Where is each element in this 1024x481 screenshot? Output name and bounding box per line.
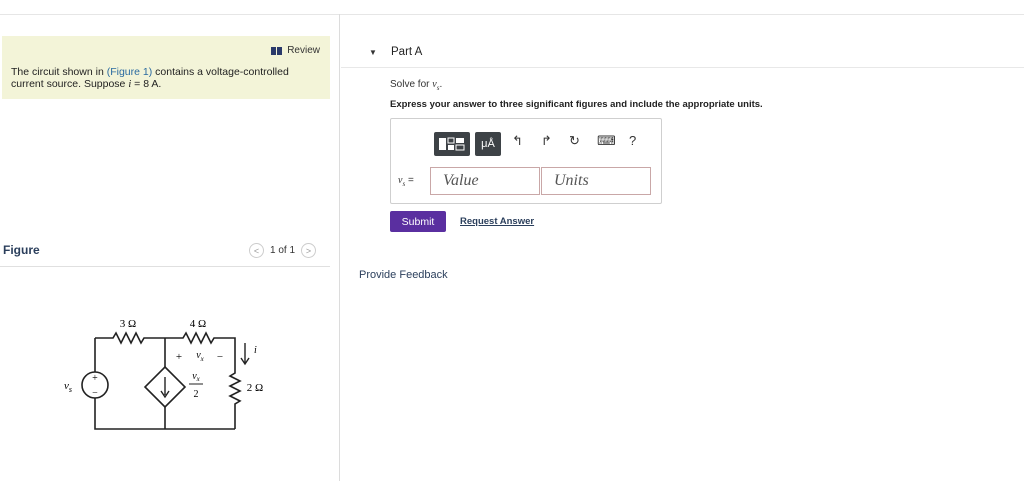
top-divider <box>0 14 1024 15</box>
problem-statement-box: Review The circuit shown in (Figure 1) c… <box>2 36 330 99</box>
vx-plus: + <box>176 351 182 363</box>
resistor-4-label: 4 Ω <box>190 318 206 330</box>
figure-divider <box>0 266 330 267</box>
value-input[interactable]: Value <box>430 167 540 195</box>
solve-text: Solve for vs. <box>390 79 442 92</box>
next-figure-button[interactable]: > <box>301 243 317 258</box>
units-symbol-button[interactable]: μÅ <box>475 132 501 156</box>
book-icon <box>271 46 283 55</box>
resistor-3-label: 3 Ω <box>120 318 136 330</box>
figure-pager: < 1 of 1 > <box>249 243 317 258</box>
pager-text: 1 of 1 <box>270 245 296 256</box>
units-input[interactable]: Units <box>541 167 651 195</box>
reset-icon[interactable]: ↻ <box>569 133 580 149</box>
templates-button[interactable] <box>434 132 470 156</box>
current-arrow-icon <box>240 343 250 366</box>
help-icon[interactable]: ? <box>629 133 636 148</box>
answer-label: vs = <box>398 175 414 188</box>
redo-icon[interactable]: ↱ <box>541 133 552 149</box>
vx-minus: − <box>217 351 223 363</box>
resistor-2-label: 2 Ω <box>247 382 263 394</box>
figure-title: Figure <box>3 243 40 257</box>
ctrl-numerator: vx <box>192 371 200 383</box>
source-plus: + <box>92 373 98 384</box>
prev-figure-button[interactable]: < <box>249 243 264 258</box>
part-header <box>341 35 1024 68</box>
solve-suffix: . <box>439 79 443 90</box>
source-label: vs <box>64 380 72 394</box>
provide-feedback-link[interactable]: Provide Feedback <box>359 269 448 281</box>
vx-label: vx <box>196 350 204 363</box>
problem-text: The circuit shown in (Figure 1) contains… <box>11 66 321 91</box>
templates-icon <box>439 137 465 151</box>
part-title: Part A <box>391 46 423 58</box>
collapse-caret-icon[interactable]: ▼ <box>369 48 377 57</box>
submit-button[interactable]: Submit <box>390 211 446 232</box>
keyboard-icon[interactable]: ⌨ <box>597 133 616 149</box>
panel-divider <box>339 14 340 481</box>
source-minus: − <box>92 388 98 399</box>
solve-prefix: Solve for <box>390 79 433 90</box>
current-label: i <box>254 345 257 356</box>
problem-text-1: The circuit shown in <box>11 66 107 78</box>
review-label: Review <box>287 45 320 56</box>
undo-icon[interactable]: ↰ <box>512 133 523 149</box>
figure-link[interactable]: (Figure 1) <box>107 66 153 78</box>
current-value: = 8 A. <box>131 78 162 90</box>
circuit-diagram: + − vs vx 2 3 Ω 4 Ω 2 Ω + vx − i <box>64 318 263 430</box>
request-answer-link[interactable]: Request Answer <box>460 216 534 227</box>
ctrl-denominator: 2 <box>194 389 199 400</box>
review-link[interactable]: Review <box>271 45 320 56</box>
instruction-text: Express your answer to three significant… <box>390 99 763 110</box>
